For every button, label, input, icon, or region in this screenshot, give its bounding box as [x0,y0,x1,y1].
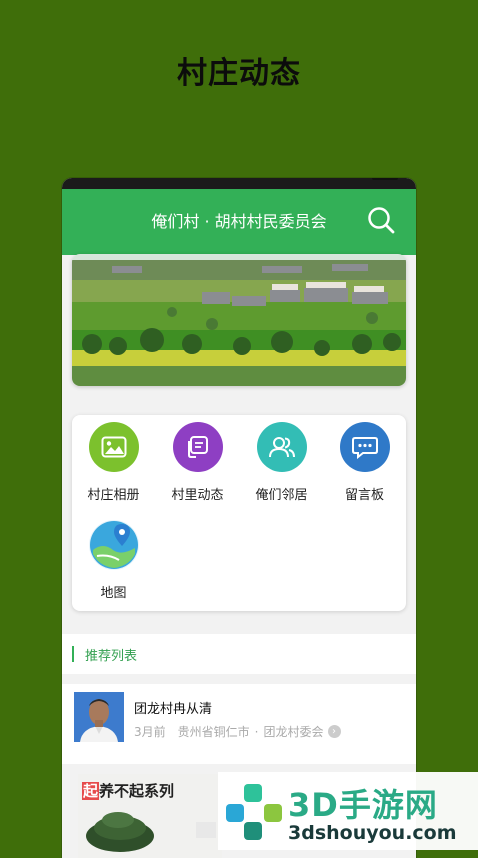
section-accent-bar [72,646,74,662]
post-org: 团龙村委会 [263,725,324,739]
meta-separator: · [254,724,259,739]
village-banner-image[interactable] [72,254,406,386]
feature-village-album[interactable]: 村庄相册 [72,422,155,503]
post-meta: 3月前 贵州省铜仁市 · 团龙村委会 › [134,723,341,740]
chat-bubble-icon [339,422,390,472]
watermark-logo-icon [224,782,284,846]
app-header: 俺们村 · 胡村村民委员会 [62,189,416,255]
feature-label: 村里动态 [171,488,224,503]
caption-text: 养不起系列 [99,782,175,800]
post-author-name: 团龙村冉从清 [134,702,213,717]
site-watermark: 3D手游网 3dshouyou.com [218,772,478,850]
avatar [74,692,124,742]
header-title: 俺们村 · 胡村村民委员会 [151,212,327,231]
feature-label: 地图 [100,586,127,601]
video-caption: 起养不起系列 [82,780,174,801]
feature-neighbors[interactable]: 俺们邻居 [240,422,323,503]
chevron-right-icon[interactable]: › [327,725,341,738]
section-title: 推荐列表 [85,649,138,664]
phone-frame: 俺们村 · 胡村村民委员会 村庄相册 村里动态 俺们邻居 留言板 地图 推荐列表… [62,178,416,858]
video-thumbnail[interactable]: 起养不起系列 [78,774,222,858]
promo-title: 村庄动态 [177,56,301,91]
feature-label: 留言板 [344,488,384,503]
feature-village-news[interactable]: 村里动态 [156,422,239,503]
post-location: 贵州省铜仁市 [177,725,250,739]
recommend-section-header: 推荐列表 [62,634,416,674]
list-item[interactable]: 团龙村冉从清 3月前 贵州省铜仁市 · 团龙村委会 › [62,684,416,764]
feature-label: 俺们邻居 [255,488,308,503]
post-time: 3月前 [134,725,166,739]
feature-grid: 村庄相册 村里动态 俺们邻居 留言板 地图 [72,415,406,611]
feature-label: 村庄相册 [87,488,140,503]
phone-top-edge [62,178,416,189]
photo-icon [88,422,139,472]
message-card-icon [172,422,223,472]
feature-map[interactable]: 地图 [72,520,155,601]
watermark-url: 3dshouyou.com [288,822,457,844]
feature-message-board[interactable]: 留言板 [323,422,406,503]
caption-highlight: 起 [82,782,100,800]
map-pin-icon [88,520,139,570]
people-icon [256,422,307,472]
watermark-title: 3D手游网 [288,786,438,824]
search-icon[interactable] [366,205,396,235]
